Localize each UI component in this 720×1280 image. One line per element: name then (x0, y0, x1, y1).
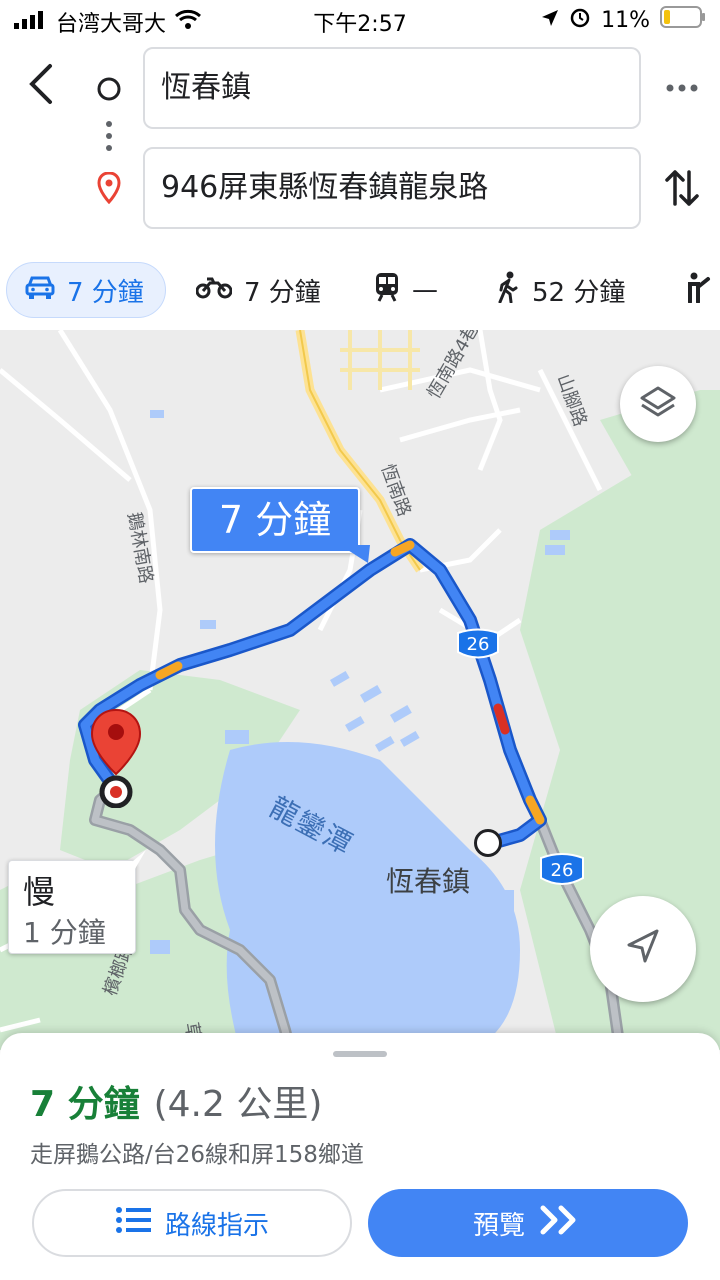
highway-number-south: 26 (550, 860, 574, 881)
layers-icon (639, 383, 677, 425)
alt-route-title: 慢 (23, 873, 56, 911)
mode-motorcycle-label: 7 分鐘 (244, 277, 321, 308)
car-icon (25, 274, 55, 307)
route-summary-sheet[interactable]: 7 分鐘 (4.2 公里) 走屏鵝公路/台26線和屏158鄉道 路線指示 預覽 (0, 1033, 720, 1280)
preview-button-label: 預覽 (472, 1210, 525, 1241)
travel-mode-bar: 7 分鐘 7 分鐘 — 52 分鐘 (0, 256, 720, 326)
origin-circle-icon (96, 76, 122, 106)
rideshare-icon (682, 271, 712, 310)
status-bar: 台湾大哥大 下午2:57 11% (0, 0, 720, 40)
battery-label: 11% (601, 7, 650, 33)
origin-field[interactable]: 恆春鎮 (143, 47, 641, 129)
double-chevron-right-icon (539, 1204, 583, 1243)
origin-marker (474, 829, 502, 857)
steps-button-label: 路線指示 (164, 1210, 269, 1241)
swap-direction-icon[interactable] (664, 166, 700, 214)
route-dots-icon (104, 120, 114, 158)
town-label: 恆春鎮 (386, 865, 471, 898)
mode-motorcycle[interactable]: 7 分鐘 (195, 262, 321, 318)
train-icon (374, 272, 400, 309)
highway-number-north: 26 (466, 634, 490, 655)
destination-field[interactable]: 946屏東縣恆春鎮龍泉路 (143, 147, 641, 229)
steps-button[interactable]: 路線指示 (32, 1189, 352, 1257)
route-via: 走屏鵝公路/台26線和屏158鄉道 (30, 1142, 364, 1168)
battery-icon (660, 6, 706, 34)
route-distance: (4.2 公里) (153, 1084, 323, 1125)
route-time-bubble[interactable]: 7 分鐘 (190, 487, 360, 553)
mode-transit[interactable]: — (374, 262, 438, 318)
alarm-icon (569, 6, 591, 34)
back-button[interactable] (22, 62, 62, 110)
preview-button[interactable]: 預覽 (368, 1189, 688, 1257)
route-duration: 7 分鐘 (30, 1084, 140, 1125)
location-arrow-icon (541, 8, 559, 33)
motorcycle-icon (195, 275, 233, 306)
more-options-icon[interactable] (664, 76, 700, 104)
destination-pin-icon (97, 171, 121, 208)
mode-walk-label: 52 分鐘 (532, 277, 626, 308)
list-icon (115, 1206, 151, 1241)
mode-drive-label: 7 分鐘 (67, 277, 144, 308)
alt-route-time: 1 分鐘 (23, 916, 106, 949)
route-summary: 7 分鐘 (4.2 公里) (30, 1075, 322, 1127)
walk-icon (496, 271, 520, 310)
mode-walk[interactable]: 52 分鐘 (496, 262, 625, 318)
layers-button[interactable] (620, 366, 696, 442)
alt-bubble-tail (118, 850, 146, 874)
navigation-arrow-icon (623, 927, 663, 971)
route-bubble-tail (340, 545, 370, 563)
alt-route-bubble[interactable]: 慢 1 分鐘 (8, 860, 136, 954)
mode-transit-label: — (412, 275, 438, 305)
sheet-drag-handle[interactable] (333, 1051, 387, 1057)
map-view[interactable]: 26 26 恆南路4巷 恆南路 山腳路 鵝林南路 檳榔路 草 龍鑾潭 恆春鎮 7… (0, 330, 720, 1050)
destination-marker-icon (90, 708, 142, 808)
mode-drive[interactable]: 7 分鐘 (6, 262, 166, 318)
mode-rideshare[interactable] (682, 262, 712, 318)
recenter-button[interactable] (590, 896, 696, 1002)
